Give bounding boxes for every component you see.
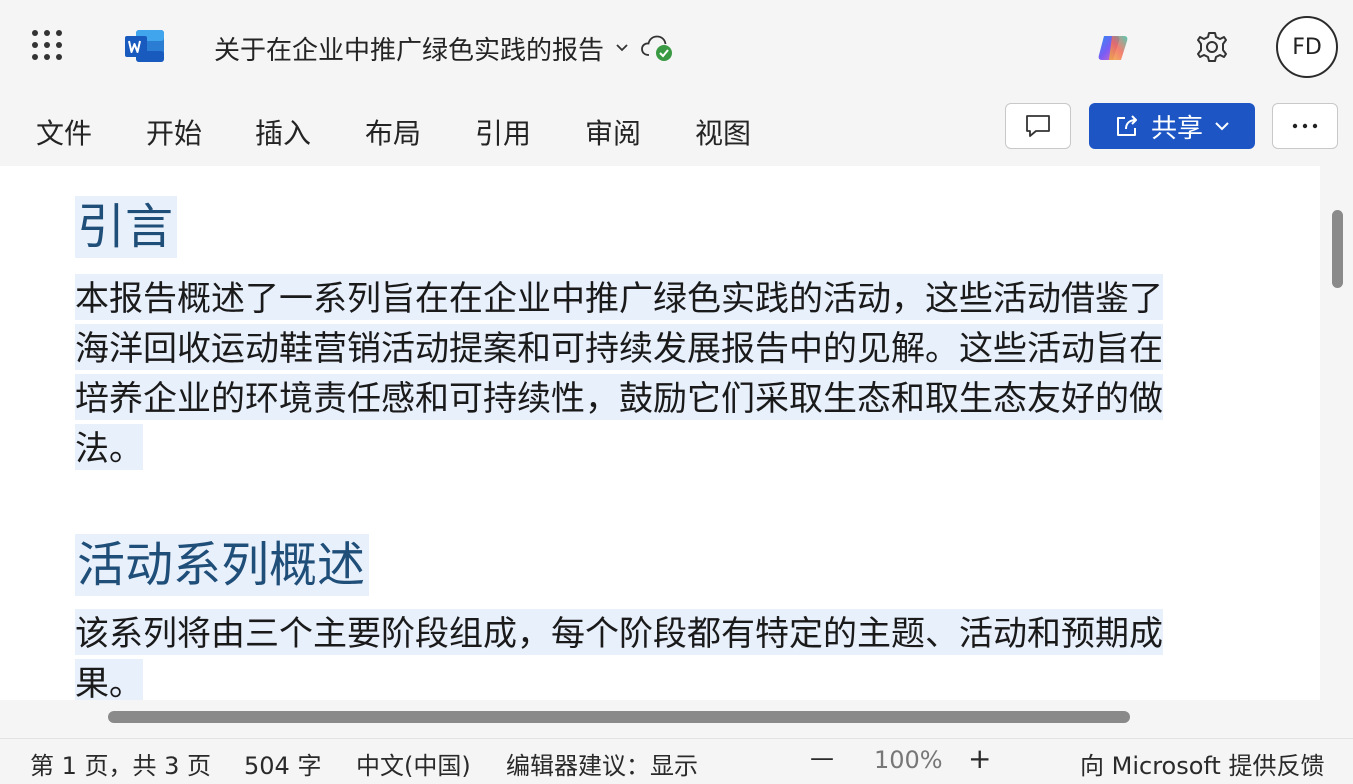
more-options-button[interactable] <box>1272 103 1338 149</box>
tab-review[interactable]: 审阅 <box>585 112 641 152</box>
document-title-button[interactable]: 关于在企业中推广绿色实践的报告 <box>214 30 674 66</box>
tab-layout[interactable]: 布局 <box>365 112 421 152</box>
chevron-down-icon <box>616 44 628 52</box>
feedback-link[interactable]: 向 Microsoft 提供反馈 <box>1080 746 1324 781</box>
heading-series-overview[interactable]: 活动系列概述 <box>75 534 370 596</box>
tab-insert[interactable]: 插入 <box>255 112 311 152</box>
text-line: 培养企业的环境责任感和可持续性，鼓励它们采取生态和取生态友好的做 <box>75 374 1163 420</box>
tab-home[interactable]: 开始 <box>146 112 202 152</box>
user-initials: FD <box>1292 34 1322 60</box>
editor-suggestions[interactable]: 编辑器建议：显示 <box>506 746 698 781</box>
text-line: 海洋回收运动鞋营销活动提案和可持续发展报告中的见解。这些活动旨在 <box>75 324 1163 370</box>
share-label: 共享 <box>1150 113 1203 144</box>
comment-icon <box>1026 115 1050 137</box>
tab-file[interactable]: 文件 <box>36 112 92 152</box>
text-line: 果。 <box>75 659 143 700</box>
tab-view[interactable]: 视图 <box>695 112 751 152</box>
app-launcher-icon[interactable] <box>30 28 64 62</box>
page-count[interactable]: 第 1 页，共 3 页 <box>30 746 211 781</box>
zoom-level[interactable]: 100% <box>874 746 943 774</box>
chevron-down-icon <box>1215 122 1229 131</box>
horizontal-scroll-thumb[interactable] <box>108 711 1130 723</box>
zoom-out-button[interactable]: — <box>810 744 834 772</box>
text-line: 法。 <box>75 424 143 470</box>
paragraph-series-overview[interactable]: 该系列将由三个主要阶段组成，每个阶段都有特定的主题、活动和预期成 果。 <box>75 609 1225 700</box>
word-count[interactable]: 504 字 <box>244 746 321 781</box>
title-bar <box>0 0 1353 96</box>
language-indicator[interactable]: 中文(中国) <box>356 746 471 781</box>
text-line: 本报告概述了一系列旨在在企业中推广绿色实践的活动，这些活动借鉴了 <box>75 274 1163 320</box>
document-title: 关于在企业中推广绿色实践的报告 <box>214 35 605 66</box>
document-canvas[interactable]: 引言 本报告概述了一系列旨在在企业中推广绿色实践的活动，这些活动借鉴了 海洋回收… <box>0 166 1320 700</box>
vertical-scroll-thumb[interactable] <box>1332 210 1343 288</box>
share-button[interactable]: 共享 <box>1089 103 1255 149</box>
cloud-saved-icon <box>641 35 673 61</box>
paragraph-introduction[interactable]: 本报告概述了一系列旨在在企业中推广绿色实践的活动，这些活动借鉴了 海洋回收运动鞋… <box>75 274 1225 474</box>
share-icon <box>1116 115 1137 136</box>
settings-button[interactable] <box>1191 26 1233 68</box>
copilot-button[interactable] <box>1094 28 1134 68</box>
comments-button[interactable] <box>1005 103 1071 149</box>
copilot-icon <box>1098 36 1128 60</box>
text-line: 该系列将由三个主要阶段组成，每个阶段都有特定的主题、活动和预期成 <box>75 609 1163 655</box>
zoom-in-button[interactable]: + <box>968 742 991 775</box>
gear-icon <box>1197 32 1227 62</box>
heading-introduction[interactable]: 引言 <box>75 196 178 258</box>
more-icon <box>1292 123 1318 129</box>
tab-references[interactable]: 引用 <box>475 112 531 152</box>
user-avatar[interactable]: FD <box>1276 16 1338 78</box>
word-logo-icon <box>125 30 164 62</box>
